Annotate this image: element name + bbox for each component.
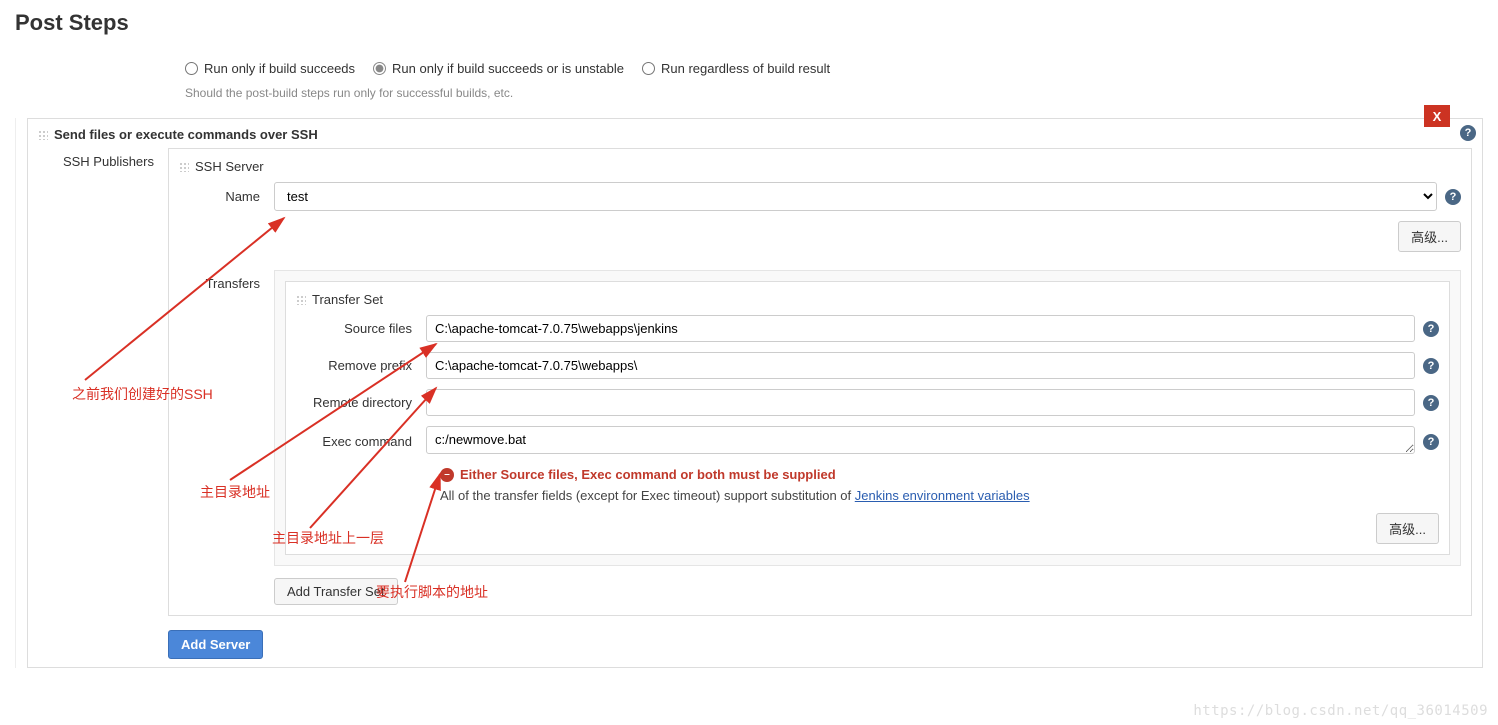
drag-handle-icon[interactable]	[296, 295, 306, 305]
radio-run-succeeds-unstable-input[interactable]	[373, 62, 386, 75]
error-icon: –	[440, 468, 454, 482]
transfers-block: Transfer Set Source files ?	[274, 270, 1461, 566]
exec-command-label: Exec command	[296, 434, 426, 449]
remove-prefix-input[interactable]	[426, 352, 1415, 379]
remote-directory-label: Remote directory	[296, 395, 426, 410]
exec-command-input[interactable]	[426, 426, 1415, 454]
ssh-publishers-label: SSH Publishers	[38, 148, 168, 659]
env-vars-link[interactable]: Jenkins environment variables	[855, 488, 1030, 503]
drag-handle-icon[interactable]	[179, 162, 189, 172]
radio-run-regardless-label: Run regardless of build result	[661, 61, 830, 76]
radio-run-regardless-input[interactable]	[642, 62, 655, 75]
transfers-label: Transfers	[179, 270, 274, 605]
transfer-info-text: All of the transfer fields (except for E…	[440, 488, 1439, 503]
help-icon[interactable]: ?	[1423, 434, 1439, 450]
radio-run-regardless[interactable]: Run regardless of build result	[642, 61, 830, 76]
transfer-set-header: Transfer Set	[312, 292, 383, 307]
ssh-server-block: SSH Server Name test ?	[168, 148, 1472, 616]
remove-prefix-label: Remove prefix	[296, 358, 426, 373]
validation-error: – Either Source files, Exec command or b…	[440, 467, 1439, 482]
error-message-text: Either Source files, Exec command or bot…	[460, 467, 836, 482]
transfer-set-block: Transfer Set Source files ?	[285, 281, 1450, 555]
ssh-publish-block: X ? Send files or execute commands over …	[27, 118, 1483, 668]
help-icon[interactable]: ?	[1423, 358, 1439, 374]
post-steps-help-text: Should the post-build steps run only for…	[185, 86, 1483, 100]
watermark-text: https://blog.csdn.net/qq_36014509	[1193, 703, 1488, 719]
help-icon[interactable]: ?	[1445, 189, 1461, 205]
radio-run-succeeds-label: Run only if build succeeds	[204, 61, 355, 76]
ssh-name-label: Name	[179, 189, 274, 204]
close-button[interactable]: X	[1424, 105, 1450, 127]
help-icon[interactable]: ?	[1460, 125, 1476, 141]
help-icon[interactable]: ?	[1423, 321, 1439, 337]
radio-run-succeeds[interactable]: Run only if build succeeds	[185, 61, 355, 76]
radio-run-succeeds-input[interactable]	[185, 62, 198, 75]
add-transfer-set-button[interactable]: Add Transfer Set	[274, 578, 398, 605]
help-icon[interactable]: ?	[1423, 395, 1439, 411]
ssh-server-header: SSH Server	[195, 159, 264, 174]
remote-directory-input[interactable]	[426, 389, 1415, 416]
page-title: Post Steps	[15, 10, 1483, 36]
source-files-input[interactable]	[426, 315, 1415, 342]
radio-run-succeeds-unstable[interactable]: Run only if build succeeds or is unstabl…	[373, 61, 624, 76]
radio-run-succeeds-unstable-label: Run only if build succeeds or is unstabl…	[392, 61, 624, 76]
drag-handle-icon[interactable]	[38, 130, 48, 140]
add-server-button[interactable]: Add Server	[168, 630, 263, 659]
ssh-block-title: Send files or execute commands over SSH	[54, 127, 318, 142]
ssh-name-select[interactable]: test	[274, 182, 1437, 211]
source-files-label: Source files	[296, 321, 426, 336]
transfer-advanced-button[interactable]: 高级...	[1376, 513, 1439, 544]
ssh-server-advanced-button[interactable]: 高级...	[1398, 221, 1461, 252]
